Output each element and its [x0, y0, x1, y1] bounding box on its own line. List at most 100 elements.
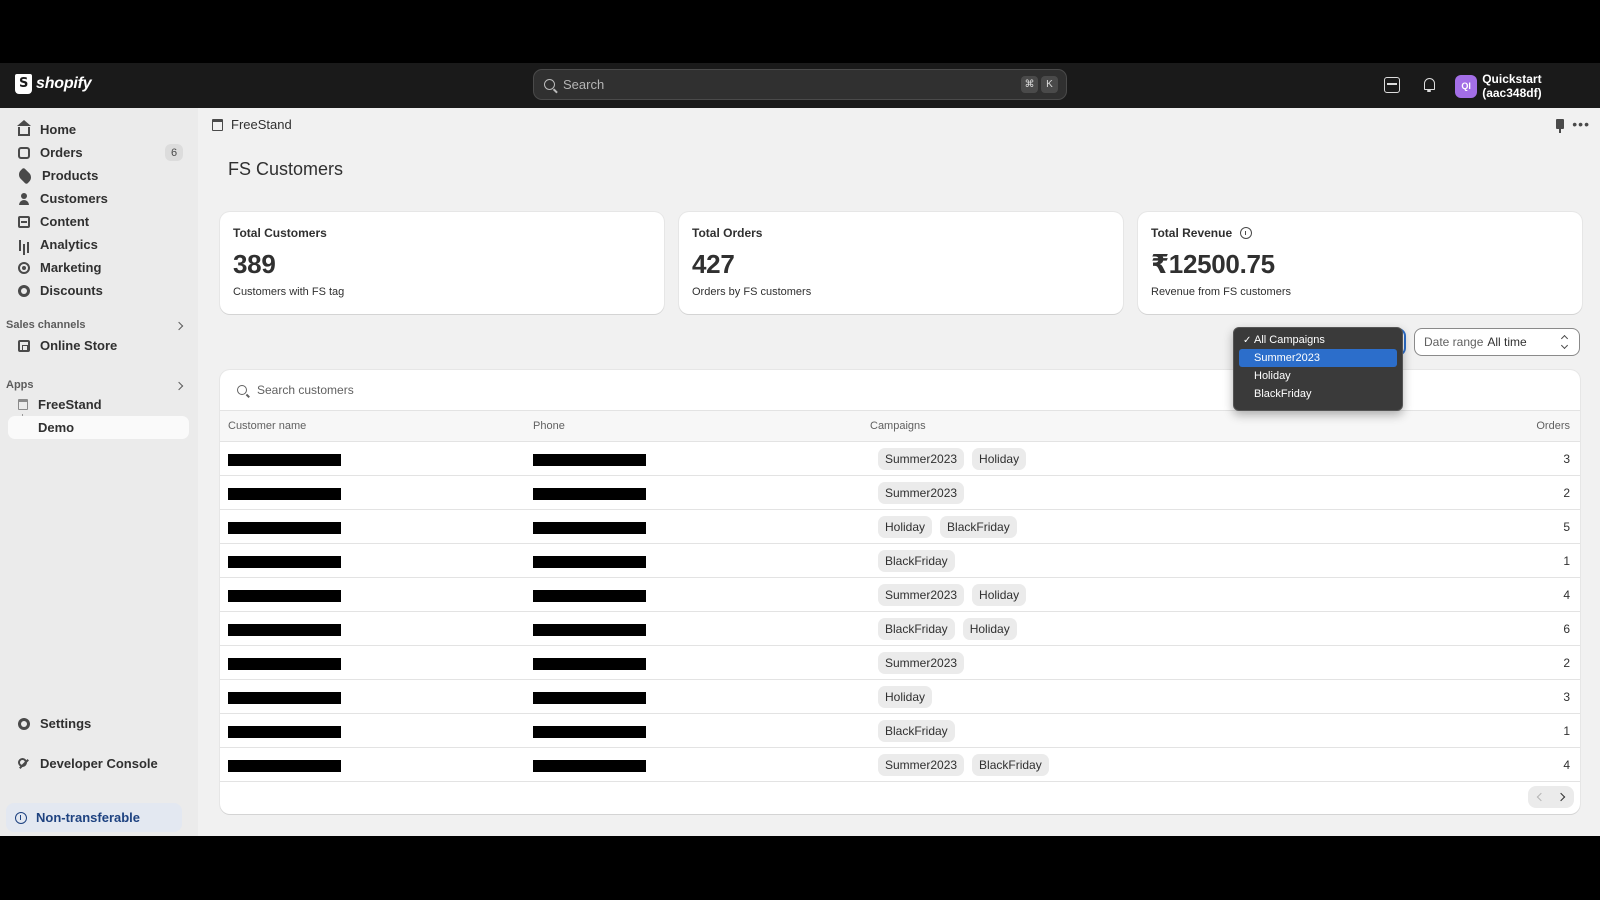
non-transferable-banner[interactable]: Non-transferable — [6, 803, 182, 832]
stat-value: 427 — [692, 249, 735, 279]
content-icon — [18, 215, 30, 228]
breadcrumb[interactable]: FreeStand — [212, 117, 292, 132]
table-row[interactable]: Summer2023 2 — [220, 476, 1580, 510]
sidebar-item-freestand[interactable]: FreeStand — [8, 393, 189, 416]
orders-count-badge: 6 — [165, 144, 183, 161]
table-row[interactable]: Holiday BlackFriday 5 — [220, 510, 1580, 544]
stat-value: 389 — [233, 249, 276, 279]
campaign-tag: Holiday — [972, 584, 1027, 606]
global-search[interactable]: Search ⌘ K — [533, 69, 1067, 100]
dropdown-option-blackfriday[interactable]: BlackFriday — [1239, 385, 1397, 403]
search-customers-input[interactable] — [257, 383, 657, 397]
redacted-customer-name — [228, 590, 341, 602]
apps-heading[interactable]: Apps — [6, 379, 34, 391]
home-icon — [17, 119, 31, 136]
orders-count: 4 — [1563, 588, 1570, 602]
table-row[interactable]: BlackFriday 1 — [220, 544, 1580, 578]
sidebar-item-discounts[interactable]: Discounts — [8, 279, 189, 302]
info-icon[interactable] — [1240, 227, 1253, 239]
campaign-tag: BlackFriday — [878, 720, 955, 742]
sidebar-item-products[interactable]: Products — [8, 164, 189, 187]
date-range-select[interactable]: Date range All time — [1414, 328, 1580, 356]
dropdown-option-summer2023[interactable]: Summer2023 — [1239, 349, 1397, 367]
stat-card-total-customers: Total Customers 389 Customers with FS ta… — [220, 212, 664, 314]
customers-table-card: Customer name Phone Campaigns Orders Sum… — [220, 370, 1580, 814]
redacted-phone — [533, 454, 646, 466]
redacted-customer-name — [228, 556, 341, 568]
chevron-right-icon[interactable] — [174, 381, 184, 391]
campaign-tags: Summer2023 Holiday — [878, 448, 1027, 470]
campaign-tags: BlackFriday Holiday — [878, 618, 1017, 640]
sales-channels-heading[interactable]: Sales channels — [6, 319, 86, 331]
column-header-phone[interactable]: Phone — [533, 420, 565, 432]
sidebar-item-developer-console[interactable]: Developer Console — [8, 752, 189, 775]
redacted-phone — [533, 624, 646, 636]
column-header-campaigns[interactable]: Campaigns — [870, 420, 926, 432]
sidebar-item-analytics[interactable]: Analytics — [8, 233, 189, 256]
stat-label: Total Customers — [233, 226, 327, 240]
account-menu[interactable]: QI Quickstart (aac348df) — [1455, 72, 1600, 100]
dropdown-option-all-campaigns[interactable]: All Campaigns — [1239, 331, 1397, 349]
sidebar-item-online-store[interactable]: Online Store — [8, 334, 189, 357]
search-placeholder: Search — [563, 77, 605, 92]
sidebar-item-settings[interactable]: Settings — [8, 712, 189, 735]
table-body: Summer2023 Holiday 3 Summer2023 2 Holiday Blac… — [220, 442, 1580, 782]
storefront-icon — [18, 339, 30, 352]
table-row[interactable]: Summer2023 BlackFriday 4 — [220, 748, 1580, 782]
campaign-tags: Holiday — [878, 686, 933, 708]
table-row[interactable]: BlackFriday Holiday 6 — [220, 612, 1580, 646]
table-row[interactable]: Holiday 3 — [220, 680, 1580, 714]
campaign-tag: Summer2023 — [878, 584, 965, 606]
redacted-customer-name — [228, 658, 341, 670]
redacted-phone — [533, 522, 646, 534]
stat-subtitle: Revenue from FS customers — [1151, 286, 1291, 298]
table-row[interactable]: Summer2023 2 — [220, 646, 1580, 680]
orders-count: 3 — [1563, 452, 1570, 466]
main-content: FreeStand ••• FS Customers Total Custome… — [198, 108, 1600, 836]
table-row[interactable]: Summer2023 Holiday 3 — [220, 442, 1580, 476]
campaign-tag: BlackFriday — [940, 516, 1017, 538]
redacted-customer-name — [228, 488, 341, 500]
more-actions-icon[interactable]: ••• — [1572, 117, 1590, 131]
sidebar-item-label: Online Store — [40, 338, 118, 353]
sidebar-item-label: Analytics — [40, 237, 98, 252]
redacted-customer-name — [228, 692, 341, 704]
redacted-customer-name — [228, 760, 341, 772]
table-row[interactable]: Summer2023 Holiday 4 — [220, 578, 1580, 612]
table-header: Customer name Phone Campaigns Orders — [220, 411, 1580, 442]
column-header-orders[interactable]: Orders — [1536, 420, 1570, 432]
orders-count: 3 — [1563, 690, 1570, 704]
sidebar-item-home[interactable]: Home — [8, 118, 189, 141]
sidebar-item-demo[interactable]: Demo — [8, 416, 189, 439]
campaign-tag: Summer2023 — [878, 448, 965, 470]
campaign-tags: Summer2023 — [878, 652, 965, 674]
campaign-tag: Holiday — [878, 516, 933, 538]
next-page-button[interactable] — [1551, 786, 1574, 808]
dropdown-option-holiday[interactable]: Holiday — [1239, 367, 1397, 385]
campaign-tag: BlackFriday — [878, 550, 955, 572]
orders-icon — [18, 146, 30, 159]
sidebar-item-label: Home — [40, 122, 77, 137]
campaign-tag: Holiday — [878, 686, 933, 708]
chevron-right-icon[interactable] — [174, 321, 184, 331]
wrench-icon — [18, 757, 30, 770]
pin-icon[interactable] — [1556, 119, 1564, 133]
previous-page-button[interactable] — [1528, 786, 1551, 808]
pagination — [1528, 786, 1574, 808]
campaign-tags: Holiday BlackFriday — [878, 516, 1017, 538]
table-row[interactable]: BlackFriday 1 — [220, 714, 1580, 748]
command-key: ⌘ — [1021, 76, 1038, 93]
store-icon[interactable] — [1384, 77, 1400, 93]
sidebar-item-content[interactable]: Content — [8, 210, 189, 233]
column-header-customer-name[interactable]: Customer name — [228, 420, 306, 432]
bell-icon[interactable] — [1421, 77, 1437, 93]
account-name: Quickstart (aac348df) — [1482, 72, 1542, 100]
stat-value: ₹12500.75 — [1151, 249, 1275, 279]
orders-count: 4 — [1563, 758, 1570, 772]
stat-label-row: Total Revenue — [1151, 226, 1569, 240]
sidebar-item-customers[interactable]: Customers — [8, 187, 189, 210]
shopify-logo[interactable]: shopify — [15, 74, 92, 94]
campaign-tag: BlackFriday — [878, 618, 955, 640]
sidebar-item-orders[interactable]: Orders 6 — [8, 141, 189, 164]
sidebar-item-marketing[interactable]: Marketing — [8, 256, 189, 279]
